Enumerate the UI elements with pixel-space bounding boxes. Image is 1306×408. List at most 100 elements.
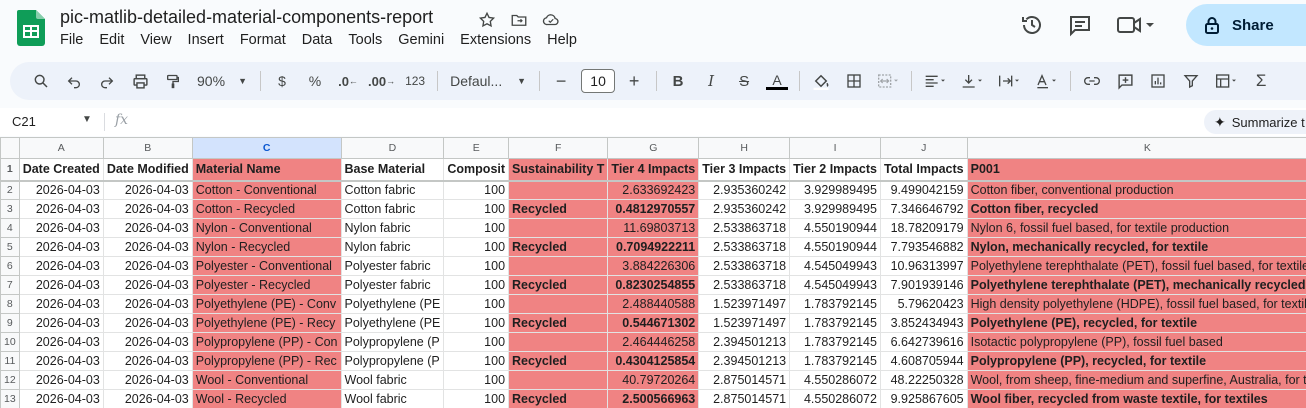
cell-e[interactable]: 100 xyxy=(443,313,510,333)
cell-f[interactable] xyxy=(508,256,609,276)
header-cell[interactable]: Tier 2 Impacts xyxy=(789,158,881,182)
cell-a[interactable]: 2026-04-03 xyxy=(18,199,104,219)
cell-h[interactable]: 2.533863718 xyxy=(698,256,791,276)
cell-a[interactable]: 2026-04-03 xyxy=(18,180,104,200)
cell-j[interactable]: 6.642739616 xyxy=(879,332,968,352)
cell-b[interactable]: 2026-04-03 xyxy=(102,389,193,408)
cell-g[interactable]: 0.7094922211 xyxy=(607,237,700,257)
cell-e[interactable]: 100 xyxy=(443,199,510,219)
decrease-decimal-button[interactable]: .0 ← xyxy=(335,67,361,95)
column-header[interactable]: G xyxy=(607,137,700,159)
search-menus-icon[interactable] xyxy=(28,67,54,95)
header-cell[interactable]: Base Material xyxy=(340,158,445,182)
redo-icon[interactable] xyxy=(94,67,120,95)
cell-d[interactable]: Polypropylene (P xyxy=(340,351,445,371)
spreadsheet-grid[interactable]: A B C D E F G H I J K 1 Date Created Dat… xyxy=(0,137,1306,408)
cell-b[interactable]: 2026-04-03 xyxy=(102,351,193,371)
text-color-icon[interactable]: A xyxy=(764,67,790,95)
cell-g[interactable]: 40.79720264 xyxy=(607,370,700,390)
cell-k[interactable]: Polyethylene terephthalate (PET), fossil… xyxy=(966,256,1306,276)
cell-e[interactable]: 100 xyxy=(443,256,510,276)
row-number[interactable]: 13 xyxy=(0,389,20,408)
cell-d[interactable]: Polyethylene (PE xyxy=(340,294,445,314)
cell-k[interactable]: Wool fiber, recycled from waste textile,… xyxy=(966,389,1306,408)
cell-j[interactable]: 18.78209179 xyxy=(879,218,968,238)
cell-d[interactable]: Nylon fabric xyxy=(340,218,445,238)
cell-k[interactable]: Cotton fiber, conventional production xyxy=(966,180,1306,200)
text-wrapping-icon[interactable] xyxy=(994,67,1024,95)
menu-view[interactable]: View xyxy=(132,32,179,48)
column-header[interactable]: H xyxy=(698,137,791,159)
header-cell[interactable]: Total Impacts xyxy=(879,158,968,182)
filter-icon[interactable] xyxy=(1178,67,1204,95)
cell-h[interactable]: 2.935360242 xyxy=(698,199,791,219)
cell-d[interactable]: Wool fabric xyxy=(340,389,445,408)
cell-e[interactable]: 100 xyxy=(443,237,510,257)
cell-j[interactable]: 48.22250328 xyxy=(879,370,968,390)
cell-c[interactable]: Cotton - Conventional xyxy=(191,180,342,200)
cell-i[interactable]: 1.783792145 xyxy=(789,332,881,352)
cell-c[interactable]: Polyester - Conventional xyxy=(191,256,342,276)
cell-f[interactable]: Recycled xyxy=(508,199,609,219)
cell-j[interactable]: 7.793546882 xyxy=(879,237,968,257)
cell-k[interactable]: Nylon, mechanically recycled, for textil… xyxy=(966,237,1306,257)
cell-a[interactable]: 2026-04-03 xyxy=(18,313,104,333)
cloud-status-icon[interactable] xyxy=(540,9,562,31)
row-number[interactable]: 12 xyxy=(0,370,20,390)
cell-j[interactable]: 5.79620423 xyxy=(879,294,968,314)
cell-i[interactable]: 1.783792145 xyxy=(789,313,881,333)
cell-c[interactable]: Polyethylene (PE) - Recy xyxy=(191,313,342,333)
column-header[interactable]: E xyxy=(443,137,510,159)
menu-tools[interactable]: Tools xyxy=(340,32,390,48)
column-header[interactable]: K xyxy=(966,137,1306,159)
cell-c[interactable]: Nylon - Recycled xyxy=(191,237,342,257)
cell-h[interactable]: 1.523971497 xyxy=(698,294,791,314)
cell-a[interactable]: 2026-04-03 xyxy=(18,389,104,408)
cell-f[interactable]: Recycled xyxy=(508,237,609,257)
version-history-icon[interactable] xyxy=(1012,5,1052,45)
cell-f[interactable]: Recycled xyxy=(508,275,609,295)
cell-i[interactable]: 1.783792145 xyxy=(789,351,881,371)
cell-h[interactable]: 2.533863718 xyxy=(698,275,791,295)
sheets-logo-icon[interactable] xyxy=(17,10,45,46)
cell-i[interactable]: 3.929989495 xyxy=(789,180,881,200)
cell-k[interactable]: Isotactic polypropylene (PP), fossil fue… xyxy=(966,332,1306,352)
cell-h[interactable]: 2.935360242 xyxy=(698,180,791,200)
zoom-select[interactable]: 90% ▼ xyxy=(193,67,251,95)
cell-g[interactable]: 0.544671302 xyxy=(607,313,700,333)
row-number[interactable]: 8 xyxy=(0,294,20,314)
cell-f[interactable] xyxy=(508,370,609,390)
cell-k[interactable]: High density polyethylene (HDPE), fossil… xyxy=(966,294,1306,314)
cell-j[interactable]: 7.901939146 xyxy=(879,275,968,295)
cell-i[interactable]: 1.783792145 xyxy=(789,294,881,314)
cell-g[interactable]: 11.69803713 xyxy=(607,218,700,238)
cell-d[interactable]: Cotton fabric xyxy=(340,199,445,219)
text-rotation-icon[interactable] xyxy=(1031,67,1061,95)
font-size-decrease-icon[interactable]: − xyxy=(548,67,574,95)
cell-e[interactable]: 100 xyxy=(443,351,510,371)
name-box[interactable]: C21 xyxy=(12,114,36,129)
star-icon[interactable] xyxy=(476,9,498,31)
cell-k[interactable]: Polypropylene (PP), recycled, for textil… xyxy=(966,351,1306,371)
bold-icon[interactable]: B xyxy=(665,67,691,95)
cell-f[interactable] xyxy=(508,332,609,352)
cell-f[interactable] xyxy=(508,218,609,238)
chevron-down-icon[interactable]: ▼ xyxy=(82,114,92,125)
cell-b[interactable]: 2026-04-03 xyxy=(102,218,193,238)
cell-g[interactable]: 0.8230254855 xyxy=(607,275,700,295)
cell-h[interactable]: 2.875014571 xyxy=(698,389,791,408)
cell-b[interactable]: 2026-04-03 xyxy=(102,370,193,390)
cell-e[interactable]: 100 xyxy=(443,389,510,408)
cell-f[interactable] xyxy=(508,294,609,314)
cell-d[interactable]: Polyethylene (PE xyxy=(340,313,445,333)
cell-e[interactable]: 100 xyxy=(443,218,510,238)
cell-i[interactable]: 4.550190944 xyxy=(789,218,881,238)
row-number[interactable]: 2 xyxy=(0,180,20,200)
menu-file[interactable]: File xyxy=(52,32,91,48)
insert-comment-icon[interactable] xyxy=(1112,67,1138,95)
row-number[interactable]: 7 xyxy=(0,275,20,295)
cell-j[interactable]: 4.608705944 xyxy=(879,351,968,371)
cell-b[interactable]: 2026-04-03 xyxy=(102,313,193,333)
cell-b[interactable]: 2026-04-03 xyxy=(102,294,193,314)
menu-data[interactable]: Data xyxy=(294,32,341,48)
